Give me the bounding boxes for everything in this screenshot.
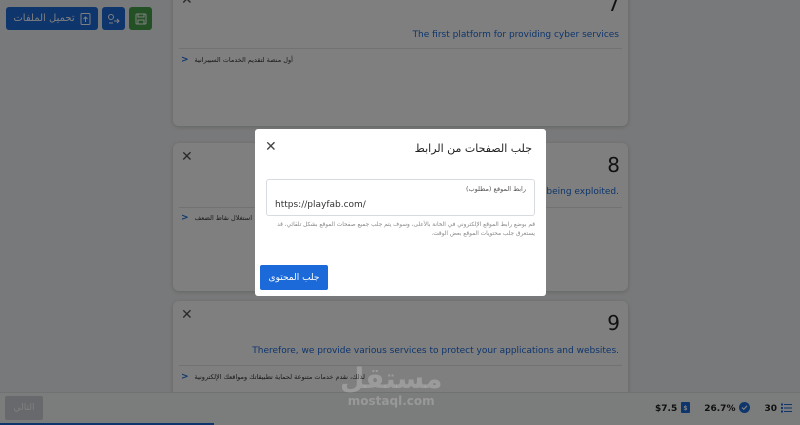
modal-title: جلب الصفحات من الرابط xyxy=(414,142,532,155)
watermark-sub: mostaql.com xyxy=(347,394,435,408)
website-url-field[interactable]: رابط الموقع (مطلوب) xyxy=(266,179,535,216)
fetch-pages-modal: ✕ جلب الصفحات من الرابط رابط الموقع (مطل… xyxy=(255,129,546,296)
help-text: قم بوضع رابط الموقع الإلكتروني في الخانة… xyxy=(277,222,535,238)
watermark-main: مستقل xyxy=(340,362,443,395)
watermark: مستقل mostaql.com xyxy=(340,362,443,408)
field-label: رابط الموقع (مطلوب) xyxy=(465,185,526,193)
website-url-input[interactable] xyxy=(275,200,525,210)
fetch-content-button[interactable]: جلب المحتوى xyxy=(260,265,328,290)
close-icon[interactable]: ✕ xyxy=(265,139,277,155)
